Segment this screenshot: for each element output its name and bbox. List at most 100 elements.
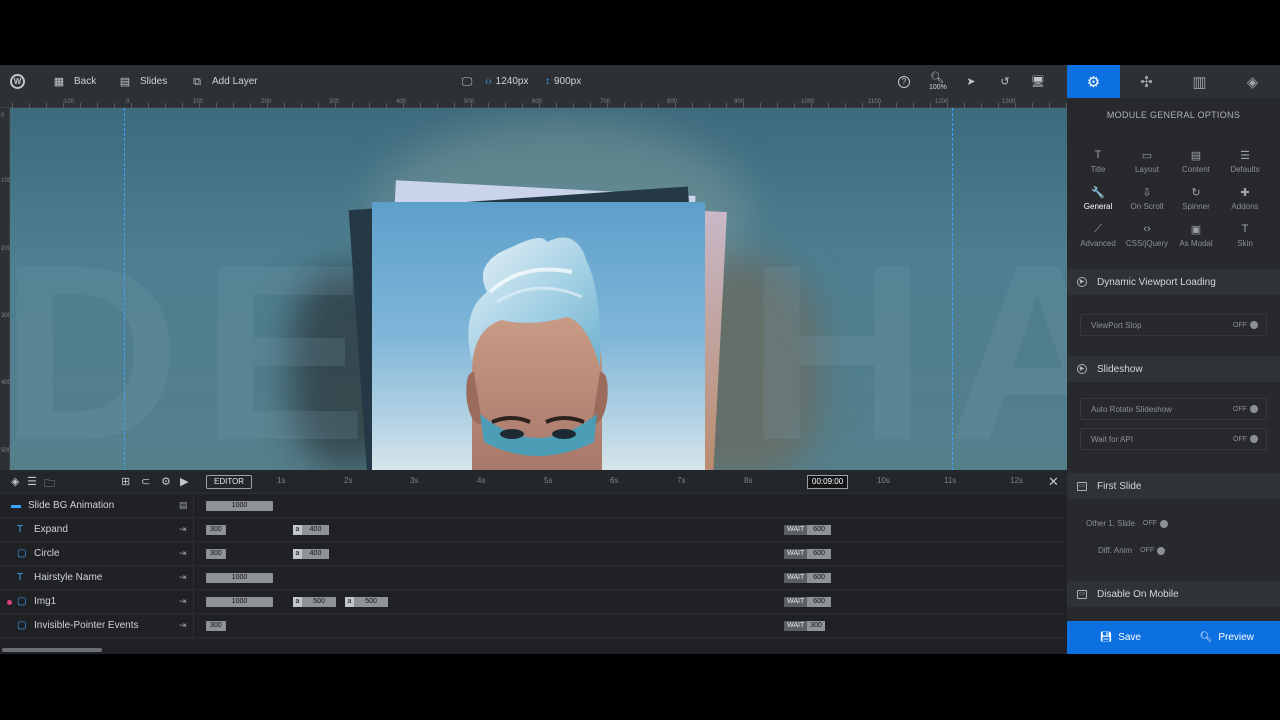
guide-line-right bbox=[952, 108, 953, 470]
align-end-icon[interactable]: ⇥ bbox=[179, 548, 187, 559]
animation-bar[interactable]: 1000 bbox=[206, 501, 273, 511]
preview-device-button[interactable]: 🖥︎ bbox=[1031, 65, 1045, 98]
animation-bar[interactable]: a 400 bbox=[293, 525, 329, 535]
wordpress-button[interactable]: W bbox=[10, 65, 25, 98]
ruler-tick-label: 600 bbox=[532, 99, 543, 105]
animation-bar[interactable]: 300 bbox=[206, 621, 226, 631]
section-disable-mobile[interactable]: ▭ Disable On Mobile bbox=[1067, 581, 1280, 607]
tab-layers[interactable]: ◈ bbox=[1226, 65, 1279, 98]
shape-icon: ▢ bbox=[17, 548, 27, 559]
help-button[interactable]: ? bbox=[898, 65, 910, 98]
timeline-scrollbar[interactable] bbox=[2, 648, 102, 652]
option-label: Addons bbox=[1231, 202, 1259, 211]
align-end-icon[interactable]: ⇥ bbox=[179, 572, 187, 583]
slide-image-layer[interactable] bbox=[372, 202, 705, 470]
layer-row[interactable]: ▬ Slide BG Animation ▤ 1000 bbox=[0, 494, 1067, 518]
editor-button[interactable]: EDITOR bbox=[206, 475, 253, 489]
wait-value: 600 bbox=[807, 525, 831, 535]
width-field[interactable]: ‹› 1240px bbox=[485, 65, 528, 98]
option-spinner[interactable]: ↻ Spinner bbox=[1171, 186, 1221, 211]
play-circle-icon: ▶ bbox=[1077, 364, 1087, 374]
tab-module-options[interactable]: ⚙ bbox=[1067, 65, 1120, 98]
wait-value: 300 bbox=[807, 621, 825, 631]
play-icon[interactable]: ▶ bbox=[180, 475, 188, 488]
animation-bar[interactable]: a 500 bbox=[293, 597, 336, 607]
undo-button[interactable]: ↺ bbox=[998, 65, 1012, 98]
animation-bar[interactable]: a 400 bbox=[293, 549, 329, 559]
add-layer-button[interactable]: ⧉ Add Layer bbox=[190, 65, 258, 98]
align-end-icon[interactable]: ⇥ bbox=[179, 596, 187, 607]
preview-label: Preview bbox=[1218, 632, 1254, 643]
option-addons[interactable]: ✚ Addons bbox=[1220, 186, 1270, 211]
seconds-tick: 5s bbox=[544, 476, 553, 485]
animation-bar[interactable]: 300 bbox=[206, 525, 226, 535]
option-icon: ▤ bbox=[1190, 150, 1202, 162]
tab-modules[interactable]: ✣ bbox=[1120, 65, 1173, 98]
section-first-slide[interactable]: ▭ First Slide bbox=[1067, 473, 1280, 499]
option-skin[interactable]: T Skin bbox=[1220, 223, 1270, 248]
layer-row[interactable]: ▢ Img1 ⇥ 1000 a 500 a 500 WAIT 600 bbox=[0, 590, 1067, 614]
option-on-scroll[interactable]: ⇩ On Scroll bbox=[1122, 186, 1172, 211]
wait-bar[interactable]: WAIT 300 bbox=[784, 621, 825, 631]
option-css-jquery[interactable]: ‹› CSS/jQuery bbox=[1122, 223, 1172, 248]
slide-canvas[interactable]: DEPTHAV bbox=[10, 108, 1067, 470]
option-icon: ⟋ bbox=[1094, 223, 1102, 235]
option-advanced[interactable]: ⟋ Advanced bbox=[1073, 223, 1123, 248]
current-time[interactable]: 00:09:00 bbox=[807, 475, 849, 489]
tab-library[interactable]: ▥ bbox=[1173, 65, 1226, 98]
option-as-modal[interactable]: ▣ As Modal bbox=[1171, 223, 1221, 248]
other-slide-toggle[interactable]: OFF bbox=[1143, 519, 1168, 528]
height-field[interactable]: ↕ 900px bbox=[545, 65, 581, 98]
easing-marker: a bbox=[293, 549, 302, 559]
wait-bar[interactable]: WAIT 600 bbox=[784, 525, 831, 535]
animation-bar[interactable]: 300 bbox=[206, 549, 226, 559]
height-arrows-icon: ↕ bbox=[545, 76, 550, 87]
wait-api-label: Wait for API bbox=[1091, 434, 1133, 444]
auto-rotate-toggle[interactable]: OFF bbox=[1233, 405, 1258, 413]
animation-bar[interactable]: 1000 bbox=[206, 597, 273, 607]
preview-button[interactable]: 🔍︎ Preview bbox=[1174, 621, 1280, 654]
bg-settings-icon[interactable]: ▤ bbox=[179, 500, 188, 511]
diff-anim-toggle[interactable]: OFF bbox=[1140, 546, 1166, 555]
text-icon: T bbox=[17, 524, 24, 535]
option-defaults[interactable]: ☰ Defaults bbox=[1220, 149, 1270, 174]
width-arrows-icon: ‹› bbox=[485, 76, 492, 87]
layer-row[interactable]: ▢ Circle ⇥ 300 a 400 WAIT 600 bbox=[0, 542, 1067, 566]
magnet-icon[interactable]: ⊂ bbox=[141, 475, 150, 488]
option-general[interactable]: 🔧 General bbox=[1073, 186, 1123, 211]
settings-icon[interactable]: ⚙ bbox=[161, 475, 171, 488]
option-content[interactable]: ▤ Content bbox=[1171, 149, 1221, 174]
layer-row[interactable]: T Expand ⇥ 300 a 400 WAIT 600 bbox=[0, 518, 1067, 542]
grid-icon[interactable]: ⊞ bbox=[121, 475, 130, 488]
option-title[interactable]: T Title bbox=[1073, 149, 1123, 174]
save-icon: 💾︎ bbox=[1099, 632, 1113, 643]
save-button[interactable]: 💾︎ Save bbox=[1067, 621, 1174, 654]
section-dynamic-viewport[interactable]: ▶ Dynamic Viewport Loading bbox=[1067, 269, 1280, 295]
wait-bar[interactable]: WAIT 600 bbox=[784, 597, 831, 607]
wait-api-toggle[interactable]: OFF bbox=[1233, 435, 1258, 443]
back-button[interactable]: ▦ Back bbox=[52, 65, 96, 98]
animation-bar[interactable]: 1000 bbox=[206, 573, 273, 583]
option-layout[interactable]: ▭ Layout bbox=[1122, 149, 1172, 174]
section-slideshow[interactable]: ▶ Slideshow bbox=[1067, 356, 1280, 382]
viewport-stop-toggle[interactable]: OFF bbox=[1233, 321, 1258, 329]
layer-row[interactable]: ▢ Invisible-Pointer Events ⇥ 300 WAIT 300 bbox=[0, 614, 1067, 638]
slides-icon: ▤ bbox=[119, 75, 131, 88]
select-tool-button[interactable]: ➤ bbox=[964, 65, 978, 98]
wait-bar[interactable]: WAIT 600 bbox=[784, 573, 831, 583]
layers-icon[interactable]: ◈ bbox=[11, 475, 19, 488]
slides-button[interactable]: ▤ Slides bbox=[118, 65, 167, 98]
animation-bar[interactable]: a 500 bbox=[345, 597, 388, 607]
close-icon[interactable]: ✕ bbox=[1048, 474, 1059, 490]
seconds-tick: 4s bbox=[477, 476, 486, 485]
zoom-button[interactable]: 🔍︎ bbox=[930, 65, 944, 98]
align-end-icon[interactable]: ⇥ bbox=[179, 620, 187, 631]
wait-bar[interactable]: WAIT 600 bbox=[784, 549, 831, 559]
layer-row[interactable]: T Hairstyle Name ⇥ 1000 WAIT 600 bbox=[0, 566, 1067, 590]
duration-value: 500 bbox=[354, 597, 388, 607]
device-desktop-button[interactable]: 🖵 bbox=[460, 65, 474, 98]
align-end-icon[interactable]: ⇥ bbox=[179, 524, 187, 535]
folder-icon[interactable]: 🗀 bbox=[44, 475, 55, 494]
list-icon[interactable]: ☰ bbox=[27, 475, 37, 488]
seconds-tick: 6s bbox=[610, 476, 619, 485]
